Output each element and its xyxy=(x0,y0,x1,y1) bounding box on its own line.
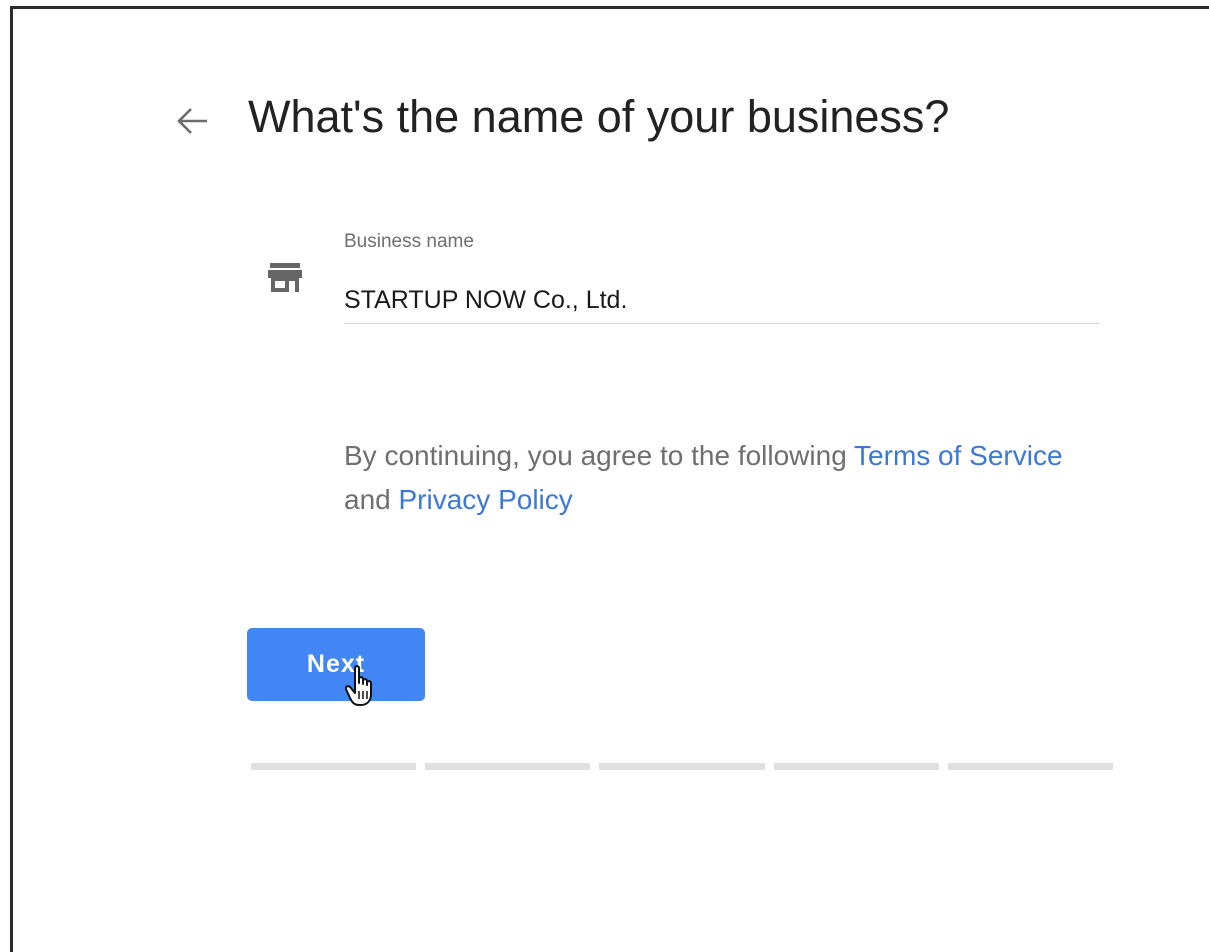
field-underline xyxy=(344,323,1100,324)
next-button[interactable]: Next xyxy=(247,628,425,701)
privacy-policy-link[interactable]: Privacy Policy xyxy=(399,484,573,515)
progress-segment xyxy=(773,763,939,770)
business-name-label: Business name xyxy=(344,231,474,252)
page-title: What's the name of your business? xyxy=(248,91,950,142)
arrow-back-icon xyxy=(177,108,207,134)
terms-of-service-link[interactable]: Terms of Service xyxy=(854,440,1063,471)
progress-segment xyxy=(947,763,1114,770)
progress-segment xyxy=(599,763,765,770)
progress-segment xyxy=(251,763,417,770)
terms-prefix: By continuing, you agree to the followin… xyxy=(344,440,855,471)
business-name-field: Business name xyxy=(344,231,1100,325)
business-name-input[interactable] xyxy=(344,281,1100,319)
progress-indicator xyxy=(251,763,1114,770)
back-button[interactable] xyxy=(165,95,221,147)
setup-window: What's the name of your business? Busine… xyxy=(10,6,1209,952)
terms-notice: By continuing, you agree to the followin… xyxy=(344,434,1074,522)
storefront-icon xyxy=(268,263,302,292)
terms-conjunction: and xyxy=(344,484,399,515)
progress-segment xyxy=(425,763,591,770)
